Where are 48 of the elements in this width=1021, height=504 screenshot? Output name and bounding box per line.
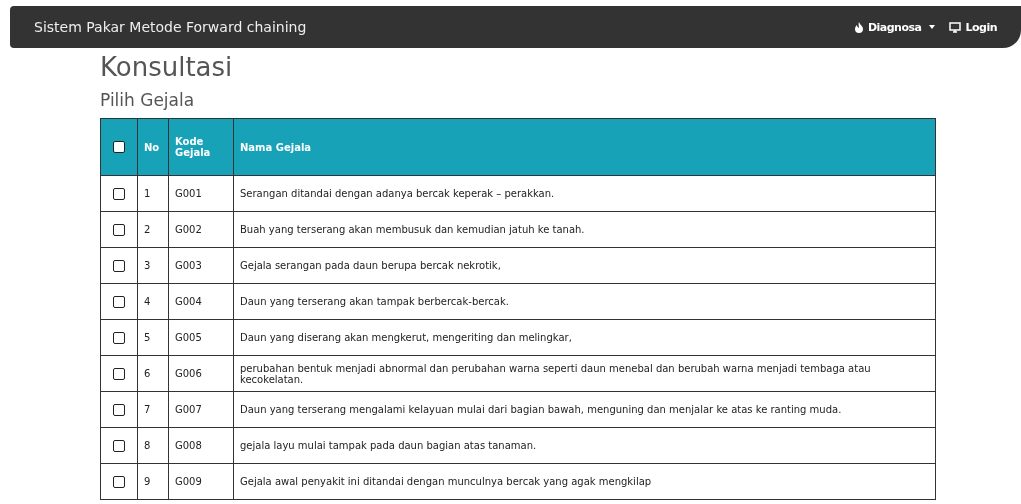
- symptom-name: Gejala serangan pada daun berupa bercak nekrotik,: [240, 260, 501, 271]
- symptom-code: G003: [175, 260, 202, 271]
- symptom-name: Gejala awal penyakit ini ditandai dengan munculnya bercak yang agak mengkilap: [240, 476, 652, 487]
- row-checkbox[interactable]: [113, 475, 125, 488]
- symptom-code: G005: [175, 332, 202, 343]
- symptom-code: G009: [175, 476, 202, 487]
- row-checkbox[interactable]: [113, 439, 125, 452]
- symptom-code: G007: [175, 404, 202, 415]
- row-number: 1: [144, 188, 151, 199]
- flame-icon: [853, 21, 864, 33]
- symptom-name: Daun yang terserang mengalami kelayuan mulai dari bagian bawah, menguning dan menjalar ke atas ke ranting muda.: [240, 404, 842, 415]
- monitor-icon: [949, 21, 962, 33]
- row-checkbox[interactable]: [113, 367, 125, 380]
- row-number: 7: [144, 404, 151, 415]
- brand-link[interactable]: Sistem Pakar Metode Forward chaining: [34, 19, 307, 35]
- symptom-name: perubahan bentuk menjadi abnormal dan perubahan warna seperti daun menebal dan berubah warna menjadi tembaga atau kecokelatan.: [240, 362, 871, 385]
- nav-link[interactable]: Login: [949, 20, 997, 34]
- symptom-name: Serangan ditandai dengan adanya bercak keperak – perakkan.: [240, 188, 555, 199]
- symptom-code: G008: [175, 440, 202, 451]
- section-title: Pilih Gejala: [100, 90, 196, 110]
- symptom-code: G006: [175, 368, 202, 379]
- row-checkbox[interactable]: [113, 187, 125, 200]
- column-header: No: [144, 141, 160, 153]
- caret-icon: [929, 25, 936, 29]
- row-number: 5: [144, 332, 151, 343]
- row-number: 2: [144, 224, 151, 235]
- symptom-code: G001: [175, 188, 202, 199]
- symptom-name: Buah yang terserang akan membusuk dan kemudian jatuh ke tanah.: [240, 224, 585, 235]
- row-checkbox[interactable]: [113, 403, 125, 416]
- row-checkbox[interactable]: [113, 259, 125, 272]
- column-header: Nama Gejala: [240, 141, 312, 153]
- symptom-name: Daun yang terserang akan tampak berbercak-bercak.: [240, 296, 509, 307]
- row-number: 6: [144, 368, 151, 379]
- row-number: 8: [144, 440, 151, 451]
- row-number: 4: [144, 296, 151, 307]
- row-number: 9: [144, 476, 151, 487]
- row-checkbox[interactable]: [113, 331, 125, 344]
- symptom-name: gejala layu mulai tampak pada daun bagian atas tanaman.: [240, 440, 537, 451]
- row-checkbox[interactable]: [113, 223, 125, 236]
- row-number: 3: [144, 260, 151, 271]
- dropdown-menu[interactable]: Diagnosa: [853, 20, 936, 34]
- page-title: Konsultasi: [100, 52, 234, 82]
- symptom-name: Daun yang diserang akan mengkerut, mengeriting dan melingkar,: [240, 332, 572, 343]
- row-checkbox[interactable]: [113, 295, 125, 308]
- symptom-code: G004: [175, 296, 202, 307]
- select-all-checkbox[interactable]: [113, 141, 125, 153]
- symptom-code: G002: [175, 224, 202, 235]
- column-header: Kode Gejala: [175, 136, 211, 158]
